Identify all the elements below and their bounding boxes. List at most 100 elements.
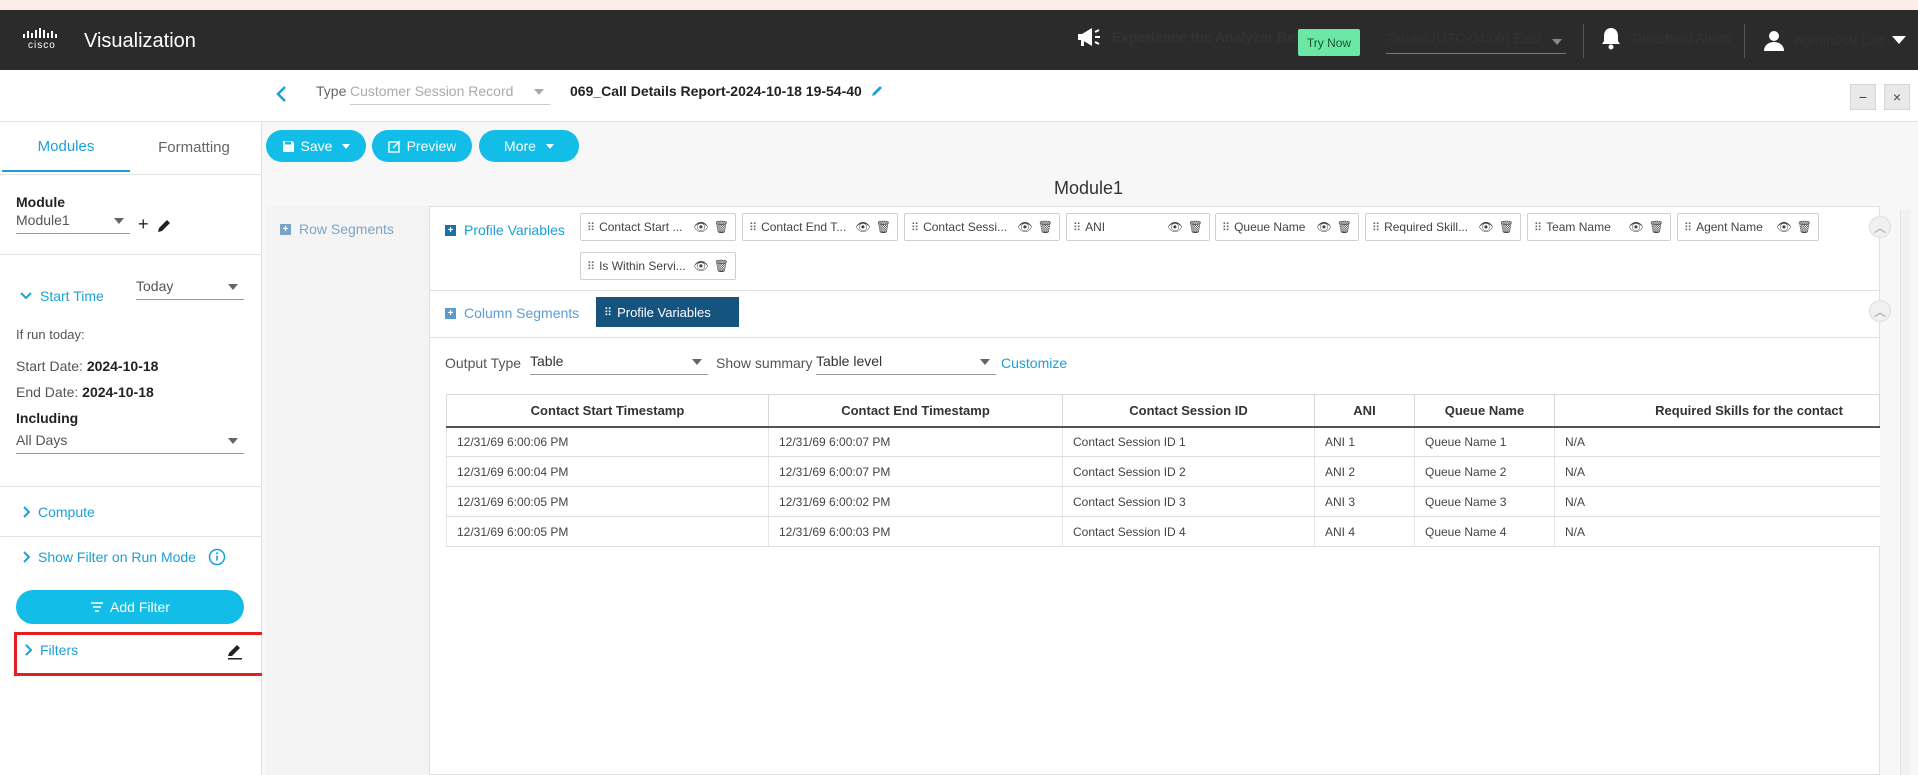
drag-handle-icon[interactable]: ⠿ xyxy=(1534,221,1542,234)
drag-handle-icon[interactable]: ⠿ xyxy=(1073,221,1081,234)
eye-icon[interactable]: 👁 xyxy=(856,220,871,234)
eye-icon[interactable]: 👁 xyxy=(1018,220,1033,234)
variable-chip[interactable]: ⠿ ANI 👁 🗑 xyxy=(1066,213,1210,241)
trash-icon[interactable]: 🗑 xyxy=(1038,220,1053,234)
column-header[interactable]: Required Skills for the contact xyxy=(1554,394,1880,428)
save-button[interactable]: Save xyxy=(266,130,366,162)
trash-icon[interactable]: 🗑 xyxy=(1649,220,1664,234)
row-segments-button[interactable]: + Row Segments xyxy=(280,221,394,237)
collapse-up-icon[interactable]: ︿ xyxy=(1869,216,1891,238)
compute-toggle[interactable]: Compute xyxy=(22,504,95,520)
chevron-down-icon xyxy=(228,284,238,290)
minimize-button[interactable]: − xyxy=(1850,84,1876,110)
filters-toggle[interactable]: Filters xyxy=(24,642,78,658)
add-module-icon[interactable]: + xyxy=(138,214,149,235)
preview-button[interactable]: Preview xyxy=(372,130,472,162)
table-cell: ANI 3 xyxy=(1314,486,1415,517)
back-chevron-icon[interactable] xyxy=(272,84,292,104)
column-segments-button[interactable]: + Column Segments xyxy=(445,305,579,321)
pencil-icon[interactable] xyxy=(870,84,884,98)
divider xyxy=(1744,24,1745,58)
output-type-select[interactable]: Table xyxy=(530,353,708,375)
trash-icon[interactable]: 🗑 xyxy=(1188,220,1203,234)
divider xyxy=(0,486,262,487)
show-summary-select[interactable]: Table level xyxy=(816,353,996,375)
chip-label: Agent Name xyxy=(1696,220,1763,234)
chip-label: Required Skill... xyxy=(1384,220,1469,234)
eye-icon[interactable]: 👁 xyxy=(1777,220,1792,234)
type-select[interactable]: Customer Session Record xyxy=(350,83,550,105)
trash-icon[interactable]: 🗑 xyxy=(1337,220,1352,234)
drag-handle-icon[interactable]: ⠿ xyxy=(749,221,757,234)
chip-label: Team Name xyxy=(1546,220,1611,234)
top-strip xyxy=(0,0,1918,10)
tab-formatting[interactable]: Formatting xyxy=(130,122,258,172)
customize-link[interactable]: Customize xyxy=(1001,355,1067,371)
info-icon[interactable] xyxy=(208,548,226,566)
show-filter-toggle[interactable]: Show Filter on Run Mode xyxy=(22,548,226,566)
drag-handle-icon[interactable]: ⠿ xyxy=(1684,221,1692,234)
try-now-button[interactable]: Try Now xyxy=(1298,29,1360,56)
drag-handle-icon[interactable]: ⠿ xyxy=(1222,221,1230,234)
table-cell: N/A xyxy=(1554,516,1880,547)
start-time-select[interactable]: Today xyxy=(136,278,244,300)
type-value: Customer Session Record xyxy=(350,83,514,99)
variable-chip[interactable]: ⠿ Team Name 👁 🗑 xyxy=(1527,213,1671,241)
column-header[interactable]: Contact Start Timestamp xyxy=(446,394,769,428)
user-menu[interactable]: Admin069 Lab xyxy=(1762,28,1907,52)
chevron-down-icon xyxy=(20,292,32,300)
variable-chip[interactable]: ⠿ Required Skill... 👁 🗑 xyxy=(1365,213,1521,241)
eye-icon[interactable]: 👁 xyxy=(1629,220,1644,234)
trash-icon[interactable]: 🗑 xyxy=(1797,220,1812,234)
report-name[interactable]: 069_Call Details Report-2024-10-18 19-54… xyxy=(570,83,884,99)
variable-chip[interactable]: ⠿ Is Within Servi... 👁 🗑 xyxy=(580,252,736,280)
variable-chip[interactable]: ⠿ Contact End T... 👁 🗑 xyxy=(742,213,898,241)
variable-chip[interactable]: ⠿ Agent Name 👁 🗑 xyxy=(1677,213,1819,241)
variable-chip[interactable]: ⠿ Contact Start ... 👁 🗑 xyxy=(580,213,736,241)
column-profile-variables-chip[interactable]: ⠿ Profile Variables xyxy=(596,297,739,327)
variable-chip[interactable]: ⠿ Queue Name 👁 🗑 xyxy=(1215,213,1359,241)
drag-handle-icon[interactable]: ⠿ xyxy=(1372,221,1380,234)
drag-handle-icon[interactable]: ⠿ xyxy=(587,221,595,234)
column-header[interactable]: ANI xyxy=(1314,394,1415,428)
eye-icon[interactable]: 👁 xyxy=(1317,220,1332,234)
drag-handle-icon[interactable]: ⠿ xyxy=(587,260,595,273)
chevron-down-icon xyxy=(114,218,124,224)
pencil-icon[interactable] xyxy=(156,218,172,234)
eye-icon[interactable]: 👁 xyxy=(694,259,709,273)
vertical-scrollbar[interactable] xyxy=(1900,210,1910,775)
app-title: Visualization xyxy=(84,30,196,52)
start-time-toggle[interactable]: Start Time xyxy=(20,288,104,304)
table-cell: Queue Name 2 xyxy=(1414,456,1555,487)
table-cell: Contact Session ID 3 xyxy=(1062,486,1315,517)
eye-icon[interactable]: 👁 xyxy=(694,220,709,234)
column-header[interactable]: Contact End Timestamp xyxy=(768,394,1063,428)
drag-handle-icon[interactable]: ⠿ xyxy=(604,306,612,319)
tab-modules[interactable]: Modules xyxy=(2,122,130,172)
tenant-select[interactable]: Tenant (UTC-04:00) East xyxy=(1386,30,1566,54)
add-filter-label: Add Filter xyxy=(110,599,170,615)
trash-icon[interactable]: 🗑 xyxy=(876,220,891,234)
variable-chip[interactable]: ⠿ Contact Sessi... 👁 🗑 xyxy=(904,213,1060,241)
profile-variables-button[interactable]: + Profile Variables xyxy=(445,222,565,238)
including-select[interactable]: All Days xyxy=(16,432,244,454)
if-run-today: If run today: xyxy=(16,327,85,342)
threshold-alerts-button[interactable]: Threshold Alerts xyxy=(1600,26,1731,50)
trash-icon[interactable]: 🗑 xyxy=(714,259,729,273)
more-button[interactable]: More xyxy=(479,130,579,162)
close-button[interactable]: × xyxy=(1884,84,1910,110)
eye-icon[interactable]: 👁 xyxy=(1479,220,1494,234)
drag-handle-icon[interactable]: ⠿ xyxy=(911,221,919,234)
trash-icon[interactable]: 🗑 xyxy=(1499,220,1514,234)
end-date-value: 2024-10-18 xyxy=(82,384,154,400)
eye-icon[interactable]: 👁 xyxy=(1168,220,1183,234)
add-filter-button[interactable]: Add Filter xyxy=(16,590,244,624)
column-header[interactable]: Contact Session ID xyxy=(1062,394,1315,428)
table-cell: 12/31/69 6:00:02 PM xyxy=(768,486,1063,517)
pencil-icon[interactable] xyxy=(226,642,244,660)
module-select[interactable]: Module1 xyxy=(16,212,130,234)
trash-icon[interactable]: 🗑 xyxy=(714,220,729,234)
analyzer-beta-banner[interactable]: Experience the Analyzer Beta xyxy=(1076,26,1308,48)
column-header[interactable]: Queue Name xyxy=(1414,394,1555,428)
collapse-up-icon[interactable]: ︿ xyxy=(1869,300,1891,322)
